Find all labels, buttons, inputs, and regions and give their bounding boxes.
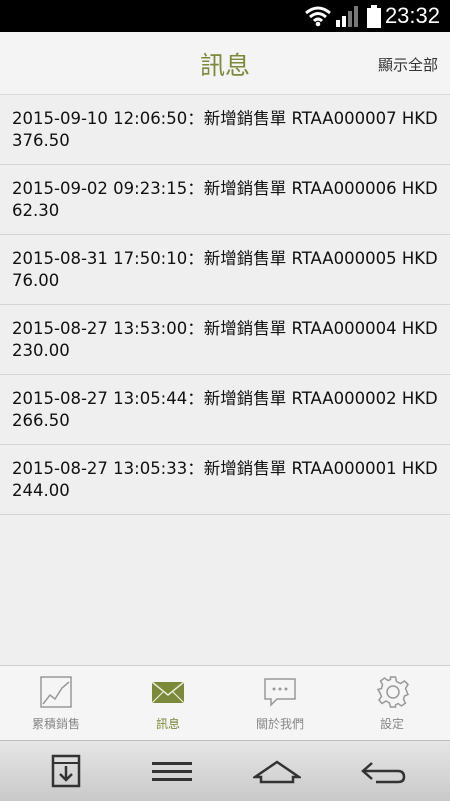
system-nav-bar xyxy=(0,740,450,801)
battery-icon xyxy=(367,5,381,28)
message-text: 2015-08-31 17:50:10：新增銷售單 RTAA000005 HKD… xyxy=(12,249,438,290)
tab-settings[interactable]: 設定 xyxy=(336,666,448,741)
signal-icon xyxy=(336,6,358,27)
message-item[interactable]: 2015-08-27 13:05:33：新增銷售單 RTAA000001 HKD… xyxy=(0,445,450,515)
home-icon[interactable] xyxy=(253,753,301,789)
message-item[interactable]: 2015-08-27 13:53:00：新增銷售單 RTAA000004 HKD… xyxy=(0,305,450,375)
gear-icon xyxy=(376,676,409,708)
download-notification-icon[interactable] xyxy=(50,753,82,789)
back-icon[interactable] xyxy=(360,753,406,789)
message-item[interactable]: 2015-09-10 12:06:50：新增銷售單 RTAA000007 HKD… xyxy=(0,95,450,165)
message-item[interactable]: 2015-09-02 09:23:15：新增銷售單 RTAA000006 HKD… xyxy=(0,165,450,235)
tab-about-us[interactable]: 關於我們 xyxy=(224,666,336,741)
tab-label: 設定 xyxy=(379,717,404,731)
status-time: 23:32 xyxy=(384,3,440,28)
menu-icon[interactable] xyxy=(152,753,192,789)
message-text: 2015-08-27 13:53:00：新增銷售單 RTAA000004 HKD… xyxy=(12,319,438,360)
message-item[interactable]: 2015-08-31 17:50:10：新增銷售單 RTAA000005 HKD… xyxy=(0,235,450,305)
chart-icon xyxy=(40,676,72,708)
message-text: 2015-09-10 12:06:50：新增銷售單 RTAA000007 HKD… xyxy=(12,109,438,150)
bottom-tab-bar: 累積銷售 訊息 關於我們 設定 xyxy=(0,665,450,741)
tab-label: 累積銷售 xyxy=(31,717,80,731)
message-item[interactable]: 2015-08-27 13:05:44：新增銷售單 RTAA000002 HKD… xyxy=(0,375,450,445)
message-list: 2015-09-10 12:06:50：新增銷售單 RTAA000007 HKD… xyxy=(0,95,450,515)
mail-icon xyxy=(151,681,185,704)
tab-label: 關於我們 xyxy=(255,717,304,731)
tab-messages[interactable]: 訊息 xyxy=(112,666,224,741)
message-text: 2015-09-02 09:23:15：新增銷售單 RTAA000006 HKD… xyxy=(12,179,438,220)
status-bar: 23:32 xyxy=(0,0,450,32)
app-header: 訊息 顯示全部 xyxy=(0,32,450,95)
chat-icon xyxy=(264,678,296,707)
message-text: 2015-08-27 13:05:44：新增銷售單 RTAA000002 HKD… xyxy=(12,389,438,430)
show-all-button[interactable]: 顯示全部 xyxy=(378,54,438,75)
message-text: 2015-08-27 13:05:33：新增銷售單 RTAA000001 HKD… xyxy=(12,459,438,500)
tab-label: 訊息 xyxy=(155,717,180,731)
tab-cumulative-sales[interactable]: 累積銷售 xyxy=(0,666,112,741)
wifi-icon xyxy=(305,6,331,27)
